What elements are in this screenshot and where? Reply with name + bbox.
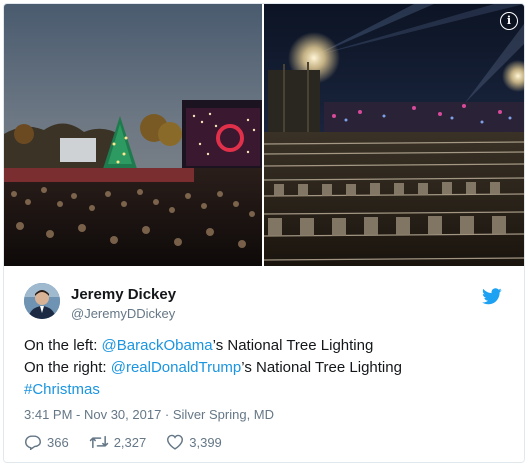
tweet-line-2: On the right: @realDonaldTrump’s Nationa…	[24, 357, 504, 379]
tweet-line-1: On the left: @BarackObama’s National Tre…	[24, 335, 504, 357]
retweet-button[interactable]: 2,327	[89, 434, 147, 450]
heart-icon	[167, 434, 184, 450]
like-count: 3,399	[189, 434, 222, 450]
tweet-timestamp[interactable]: 3:41 PM - Nov 30, 2017	[24, 407, 161, 422]
media-info-icon[interactable]: i	[500, 12, 518, 30]
author-handle[interactable]: @JeremyDDickey	[71, 306, 175, 321]
line2-prefix: On the right:	[24, 359, 111, 376]
line2-suffix: ’s National Tree Lighting	[241, 359, 402, 376]
tweet-actions: 366 2,327 3,399	[24, 432, 242, 452]
left-photo[interactable]	[4, 4, 262, 266]
twitter-bird-icon[interactable]	[482, 288, 502, 305]
line1-prefix: On the left:	[24, 337, 102, 354]
reply-count: 366	[47, 434, 69, 450]
hashtag-christmas[interactable]: #Christmas	[24, 381, 100, 398]
mention-barackobama[interactable]: @BarackObama	[102, 337, 213, 354]
retweet-icon	[89, 435, 108, 449]
like-button[interactable]: 3,399	[166, 434, 222, 450]
tweet-line-3: #Christmas	[24, 379, 504, 401]
line1-suffix: ’s National Tree Lighting	[212, 337, 374, 354]
reply-icon	[24, 435, 42, 450]
author-display-name[interactable]: Jeremy Dickey	[71, 286, 176, 303]
tweet-card: i Jeremy Dickey @JeremyDDickey On the le…	[3, 3, 525, 463]
mention-realdonaldtrump[interactable]: @realDonaldTrump	[111, 359, 242, 376]
tweet-body: Jeremy Dickey @JeremyDDickey On the left…	[4, 266, 524, 462]
tweet-meta: 3:41 PM - Nov 30, 2017 · Silver Spring, …	[24, 407, 274, 422]
retweet-count: 2,327	[113, 434, 147, 450]
right-photo[interactable]	[264, 4, 524, 266]
tweet-text: On the left: @BarackObama’s National Tre…	[24, 335, 504, 401]
tweet-media: i	[4, 4, 524, 266]
tweet-location[interactable]: Silver Spring, MD	[173, 407, 274, 422]
reply-button[interactable]: 366	[24, 434, 69, 450]
meta-separator: ·	[161, 407, 173, 422]
avatar[interactable]	[24, 283, 60, 319]
